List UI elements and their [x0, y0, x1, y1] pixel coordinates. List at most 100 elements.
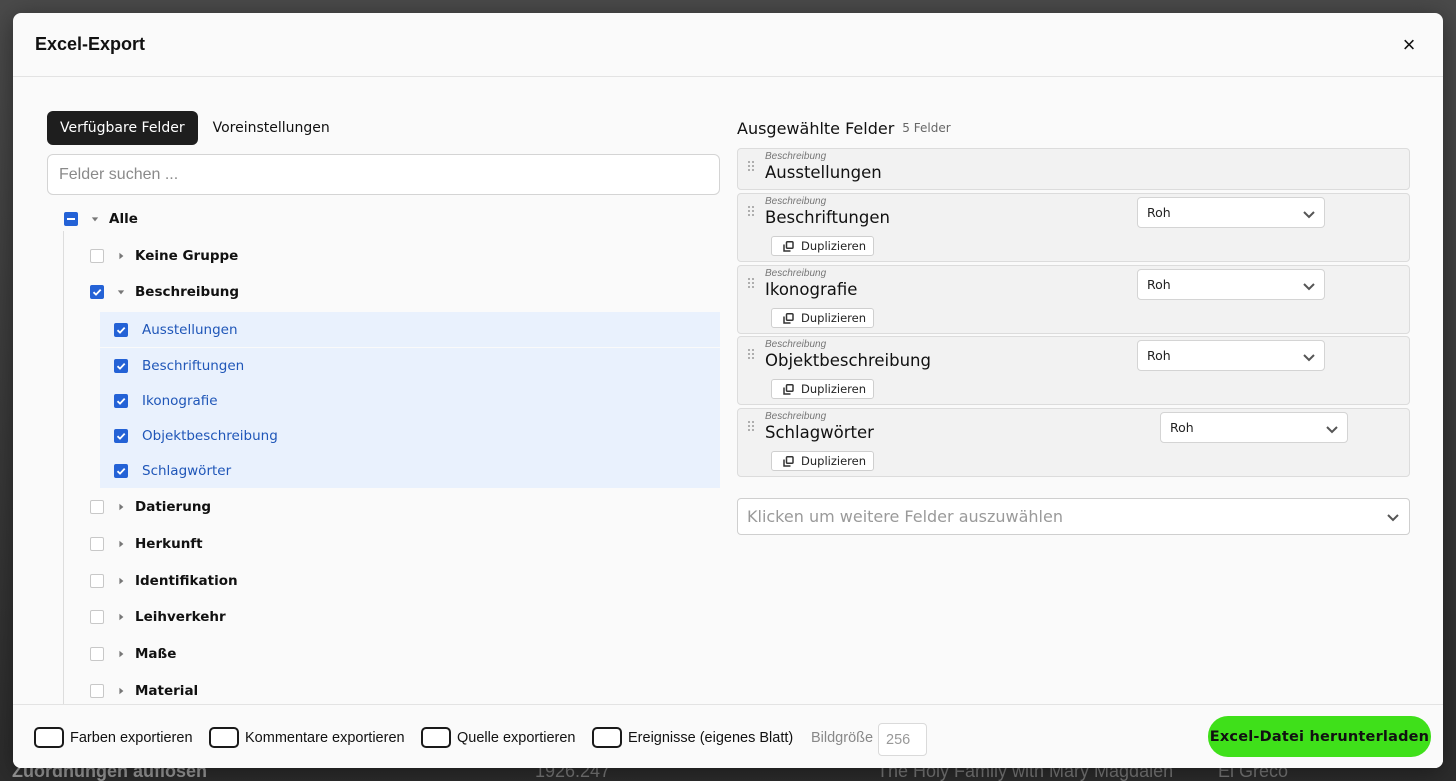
tree-leaf-beschriftungen[interactable]: Beschriftungen	[100, 348, 720, 383]
group-checkbox[interactable]	[90, 610, 104, 624]
format-select[interactable]: Roh	[1160, 412, 1348, 443]
group-checkbox[interactable]	[90, 500, 104, 514]
leaf-checkbox[interactable]	[114, 322, 128, 337]
selected-fields-title: Ausgewählte Felder	[737, 118, 895, 138]
tree-group-keine-gruppe[interactable]: Keine Gruppe	[90, 248, 720, 264]
tree-group-identifikation[interactable]: Identifikation	[90, 573, 720, 589]
tree-group-beschreibung[interactable]: Beschreibung	[90, 284, 720, 300]
leaf-checkbox[interactable]	[114, 358, 128, 373]
option-label: Quelle exportieren	[457, 729, 576, 746]
field-group-label: Beschreibung	[765, 196, 827, 207]
format-select[interactable]: Roh	[1137, 197, 1325, 228]
leaf-checkbox[interactable]	[114, 463, 128, 478]
background-row: Zuordnungen auflösen 1926.247 The Holy F…	[0, 767, 1456, 781]
caret-right-icon[interactable]	[116, 649, 126, 659]
download-excel-button[interactable]: Excel-Datei herunterladen	[1208, 716, 1431, 757]
option-export-source[interactable]: Quelle exportieren	[421, 727, 576, 748]
group-checkbox[interactable]	[90, 684, 104, 698]
toggle-box[interactable]	[421, 727, 451, 748]
group-checkbox[interactable]	[90, 537, 104, 551]
duplicate-button[interactable]: Duplizieren	[771, 236, 874, 256]
add-field-select[interactable]: Klicken um weitere Felder auszuwählen	[737, 498, 1410, 535]
toggle-box[interactable]	[34, 727, 64, 748]
selected-field-card[interactable]: Beschreibung Schlagwörter Roh Dupliziere…	[737, 408, 1410, 477]
tab-available-fields[interactable]: Verfügbare Felder	[47, 111, 198, 145]
format-select-value: Roh	[1170, 420, 1194, 435]
dialog-title: Excel-Export	[35, 34, 146, 54]
tree-group-masse[interactable]: Maße	[90, 646, 720, 662]
format-select[interactable]: Roh	[1137, 269, 1325, 300]
caret-right-icon[interactable]	[116, 251, 126, 261]
excel-export-dialog: Excel-Export × Verfügbare Felder Voreins…	[13, 13, 1443, 768]
drag-handle-icon[interactable]	[747, 419, 755, 431]
option-export-colors[interactable]: Farben exportieren	[34, 727, 193, 748]
field-name: Beschriftungen	[765, 208, 890, 227]
tree-leaf-label: Ikonografie	[142, 392, 218, 409]
root-checkbox[interactable]	[64, 212, 78, 226]
tab-presets[interactable]: Voreinstellungen	[200, 111, 343, 145]
leaf-checkbox[interactable]	[114, 428, 128, 443]
selected-fields-header: Ausgewählte Felder 5 Felder	[737, 111, 1410, 145]
group-checkbox[interactable]	[90, 574, 104, 588]
field-search-input[interactable]	[47, 154, 720, 195]
field-group-label: Beschreibung	[765, 151, 827, 162]
caret-down-icon[interactable]	[116, 287, 126, 297]
image-size-label: Bildgröße	[811, 730, 874, 746]
caret-right-icon[interactable]	[116, 612, 126, 622]
selected-field-card[interactable]: Beschreibung Ausstellungen	[737, 148, 1410, 190]
toggle-box[interactable]	[592, 727, 622, 748]
selected-field-card[interactable]: Beschreibung Beschriftungen Roh Duplizie…	[737, 193, 1410, 262]
selected-fields-pane: Ausgewählte Felder 5 Felder Beschreibung…	[737, 111, 1410, 535]
caret-right-icon[interactable]	[116, 502, 126, 512]
duplicate-label: Duplizieren	[801, 454, 866, 468]
field-name: Ikonografie	[765, 280, 858, 299]
option-export-events[interactable]: Ereignisse (eigenes Blatt)	[592, 727, 793, 748]
tree-node-label: Material	[135, 683, 199, 699]
duplicate-button[interactable]: Duplizieren	[771, 451, 874, 471]
leaf-checkbox[interactable]	[114, 393, 128, 408]
tree-leaf-label: Objektbeschreibung	[142, 427, 278, 444]
selected-field-card[interactable]: Beschreibung Objektbeschreibung Roh Dupl…	[737, 336, 1410, 405]
drag-handle-icon[interactable]	[747, 204, 755, 216]
chevron-down-icon	[1385, 509, 1401, 525]
tree-group-material[interactable]: Material	[90, 683, 720, 699]
tree-node-label: Alle	[109, 211, 138, 227]
tree-leaf-ikonografie[interactable]: Ikonografie	[100, 383, 720, 418]
format-select-value: Roh	[1147, 348, 1171, 363]
toggle-box[interactable]	[209, 727, 239, 748]
duplicate-label: Duplizieren	[801, 311, 866, 325]
caret-right-icon[interactable]	[116, 576, 126, 586]
tree-group-leihverkehr[interactable]: Leihverkehr	[90, 609, 720, 625]
tree-leaf-label: Schlagwörter	[142, 462, 232, 479]
close-button[interactable]: ×	[1397, 32, 1421, 57]
chevron-down-icon	[1302, 279, 1316, 293]
group-checkbox[interactable]	[90, 647, 104, 661]
tree-leaf-ausstellungen[interactable]: Ausstellungen	[100, 312, 720, 347]
image-size-input[interactable]	[878, 723, 927, 756]
tree-leaf-schlagwoerter[interactable]: Schlagwörter	[100, 453, 720, 488]
tab-bar: Verfügbare Felder Voreinstellungen	[47, 111, 720, 145]
tree-group-herkunft[interactable]: Herkunft	[90, 536, 720, 552]
background-text: Zuordnungen auflösen	[12, 767, 207, 781]
format-select[interactable]: Roh	[1137, 340, 1325, 371]
chevron-down-icon	[1302, 207, 1316, 221]
caret-right-icon[interactable]	[116, 686, 126, 696]
selected-field-card[interactable]: Beschreibung Ikonografie Roh Duplizieren	[737, 265, 1410, 334]
group-checkbox[interactable]	[90, 249, 104, 263]
background-artist: El Greco	[1218, 767, 1289, 781]
tree-group-datierung[interactable]: Datierung	[90, 499, 720, 515]
drag-handle-icon[interactable]	[747, 347, 755, 359]
tree-node-label: Beschreibung	[135, 284, 240, 300]
duplicate-button[interactable]: Duplizieren	[771, 308, 874, 328]
drag-handle-icon[interactable]	[747, 159, 755, 171]
caret-right-icon[interactable]	[116, 539, 126, 549]
group-checkbox[interactable]	[90, 285, 104, 299]
duplicate-button[interactable]: Duplizieren	[771, 379, 874, 399]
copy-icon	[783, 312, 794, 324]
tree-leaf-objektbeschreibung[interactable]: Objektbeschreibung	[100, 418, 720, 453]
tree-node-root[interactable]: Alle	[64, 211, 720, 227]
caret-down-icon[interactable]	[90, 214, 100, 224]
option-export-comments[interactable]: Kommentare exportieren	[209, 727, 405, 748]
drag-handle-icon[interactable]	[747, 276, 755, 288]
tree-node-label: Identifikation	[135, 573, 238, 589]
